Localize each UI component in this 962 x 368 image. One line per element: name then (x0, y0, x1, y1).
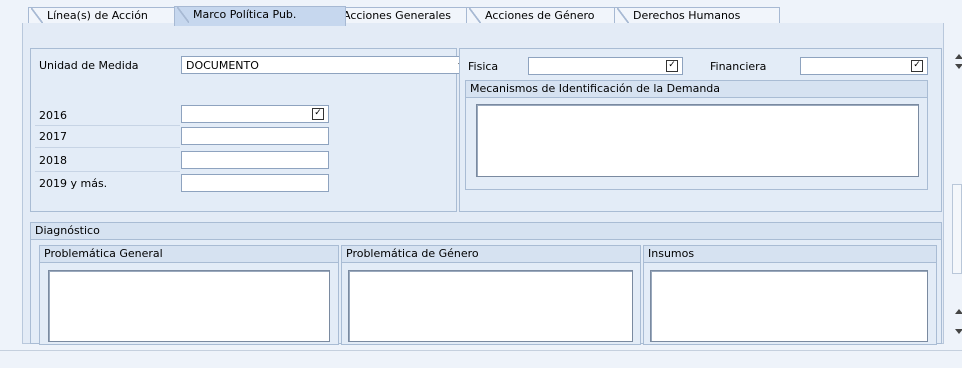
problematica-general-section: Problemática General (39, 245, 339, 345)
year-label-2017: 2017 (39, 130, 67, 143)
year-2019-field[interactable] (181, 174, 329, 192)
bottom-divider (0, 350, 962, 351)
demanda-panel: Fisica ✓ Financiera ✓ Mecanismos de Iden… (459, 48, 942, 212)
row-separator (35, 171, 180, 172)
tab-slant (469, 8, 481, 24)
tab-label: Acciones de Género (485, 9, 595, 22)
tab-marco-politica[interactable]: Marco Política Pub. (174, 6, 346, 26)
checkbox-icon[interactable]: ✓ (312, 108, 324, 120)
problematica-general-textarea[interactable] (48, 270, 330, 342)
checkbox-icon[interactable]: ✓ (666, 60, 678, 72)
tab-slant (617, 8, 629, 24)
tab-strip: Línea(s) de Acción Marco Política Pub. A… (0, 0, 962, 26)
diagnostico-panel: Diagnóstico Problemática General Problem… (30, 222, 942, 345)
unidad-medida-value: DOCUMENTO (186, 59, 259, 72)
tab-slant (31, 8, 43, 24)
tab-label: Marco Política Pub. (193, 8, 297, 21)
unidad-medida-select[interactable]: DOCUMENTO (181, 56, 473, 74)
unidad-medida-panel: Unidad de Medida DOCUMENTO 2016 ✓ 2017 2… (30, 48, 473, 212)
row-separator (35, 147, 180, 148)
insumos-section: Insumos (643, 245, 937, 345)
scroll-up-icon[interactable] (955, 309, 962, 314)
year-2017-field[interactable] (181, 127, 329, 145)
tab-label: Derechos Humanos (633, 9, 741, 22)
scroll-up-icon[interactable] (955, 54, 962, 59)
mecanismos-textarea[interactable] (476, 104, 919, 177)
mecanismos-title: Mecanismos de Identificación de la Deman… (466, 81, 927, 98)
year-2018-field[interactable] (181, 151, 329, 169)
problematica-genero-title: Problemática de Género (342, 246, 640, 263)
tab-label: Línea(s) de Acción (47, 9, 148, 22)
insumos-textarea[interactable] (650, 270, 928, 342)
fisica-label: Fisica (468, 60, 499, 73)
mecanismos-section: Mecanismos de Identificación de la Deman… (465, 80, 928, 190)
financiera-label: Financiera (710, 60, 767, 73)
scroll-down-icon[interactable] (955, 64, 962, 69)
problematica-genero-section: Problemática de Género (341, 245, 641, 345)
insumos-title: Insumos (644, 246, 936, 263)
scroll-down-icon[interactable] (955, 329, 962, 334)
year-label-2016: 2016 (39, 109, 67, 122)
tab-slant (177, 7, 189, 23)
year-label-2019: 2019 y más. (39, 177, 108, 190)
fisica-field[interactable]: ✓ (528, 57, 683, 75)
problematica-general-title: Problemática General (40, 246, 338, 263)
year-2016-field[interactable]: ✓ (181, 105, 329, 123)
row-separator (35, 125, 180, 126)
checkbox-icon[interactable]: ✓ (911, 60, 923, 72)
problematica-genero-textarea[interactable] (348, 270, 633, 342)
unidad-medida-label: Unidad de Medida (39, 59, 139, 72)
diagnostico-title: Diagnóstico (31, 223, 941, 240)
financiera-field[interactable]: ✓ (800, 57, 928, 75)
year-label-2018: 2018 (39, 154, 67, 167)
scrollbar-thumb[interactable] (952, 184, 962, 274)
tab-label: Acciones Generales (343, 9, 452, 22)
